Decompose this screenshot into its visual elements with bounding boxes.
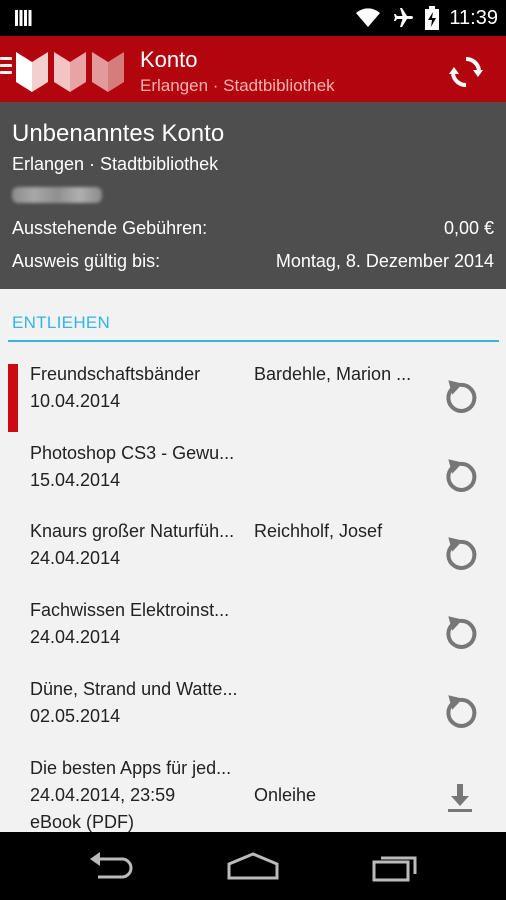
home-icon[interactable]	[223, 846, 283, 886]
status-bar: 11:39	[0, 0, 506, 36]
loan-title: Die besten Apps für jed...	[30, 758, 232, 778]
renew-icon[interactable]	[440, 612, 480, 652]
section-divider	[8, 340, 499, 342]
recent-apps-icon[interactable]	[365, 846, 425, 886]
account-library: Erlangen · Stadtbibliothek	[12, 154, 219, 174]
overdue-marker	[8, 364, 18, 432]
loan-format: eBook (PDF)	[30, 812, 135, 832]
valid-until-value: Montag, 8. Dezember 2014	[275, 251, 494, 271]
fees-label: Ausstehende Gebühren:	[12, 218, 208, 238]
loan-due-date: 15.04.2014	[30, 470, 121, 490]
loan-item[interactable]: Knaurs großer Naturfüh... Reichholf, Jos…	[0, 521, 506, 599]
loan-item[interactable]: Freundschaftsbänder Bardehle, Marion ...…	[0, 364, 506, 442]
loan-author: Bardehle, Marion ...	[254, 364, 412, 384]
account-header: Unbenanntes Konto Erlangen · Stadtbiblio…	[0, 102, 506, 289]
loan-title: Fachwissen Elektroinst...	[30, 600, 230, 620]
screen-subtitle: Erlangen · Stadtbibliothek	[140, 76, 335, 95]
refresh-icon[interactable]	[446, 52, 486, 92]
loan-title: Photoshop CS3 - Gewu...	[30, 443, 235, 463]
loan-due-date: 10.04.2014	[30, 391, 121, 411]
renew-icon[interactable]	[440, 691, 480, 731]
system-nav-bar	[0, 832, 506, 900]
account-name: Unbenanntes Konto	[12, 120, 225, 147]
hamburger-icon[interactable]	[0, 57, 12, 81]
renew-icon[interactable]	[440, 455, 480, 495]
loan-due-date: 02.05.2014	[30, 706, 121, 726]
back-icon[interactable]	[80, 846, 140, 886]
download-icon[interactable]	[440, 778, 480, 818]
fees-value: 0,00 €	[443, 218, 494, 238]
renew-icon[interactable]	[440, 533, 480, 573]
loan-item[interactable]: Die besten Apps für jed... Onleihe 24.04…	[0, 758, 506, 836]
airplane-icon	[394, 8, 414, 27]
screen-title: Konto	[140, 47, 198, 72]
renew-icon[interactable]	[440, 376, 480, 416]
loan-item[interactable]: Fachwissen Elektroinst... 24.04.2014	[0, 600, 506, 678]
loan-item[interactable]: Photoshop CS3 - Gewu... 15.04.2014	[0, 443, 506, 521]
loan-due-date: 24.04.2014	[30, 627, 121, 647]
section-title-loans: ENTLIEHEN	[12, 313, 111, 332]
wifi-icon	[356, 8, 381, 27]
loan-source: Onleihe	[254, 785, 317, 805]
loan-title: Düne, Strand und Watte...	[30, 679, 238, 699]
loan-item[interactable]: Düne, Strand und Watte... 02.05.2014	[0, 679, 506, 757]
battery-charging-icon	[425, 6, 440, 30]
loan-title: Freundschaftsbänder	[30, 364, 201, 384]
loan-author: Reichholf, Josef	[254, 521, 383, 541]
clock: 11:39	[449, 6, 498, 29]
signal-bars-icon	[15, 10, 32, 26]
loan-due-date: 24.04.2014	[30, 548, 121, 568]
redacted-card-number	[12, 187, 102, 203]
loan-title: Knaurs großer Naturfüh...	[30, 521, 235, 541]
loan-due-date: 24.04.2014, 23:59	[30, 785, 176, 805]
action-bar: Konto Erlangen · Stadtbibliothek	[0, 36, 506, 102]
valid-until-label: Ausweis gültig bis:	[12, 251, 161, 271]
app-logo[interactable]	[14, 48, 136, 92]
